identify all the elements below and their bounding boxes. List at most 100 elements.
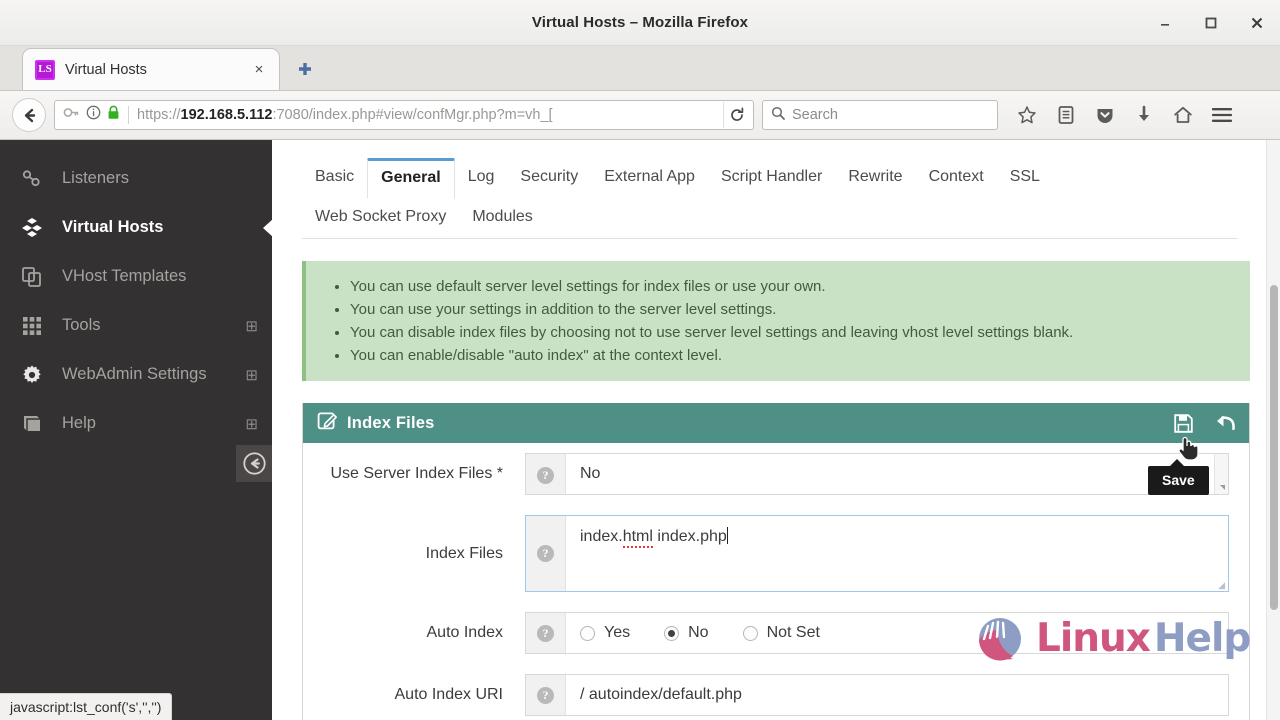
collapse-sidebar-button[interactable] [236, 445, 273, 482]
back-arrow-icon[interactable] [12, 98, 46, 132]
navigation-toolbar: https://192.168.5.112:7080/index.php#vie… [0, 91, 1280, 140]
save-icon[interactable] [1171, 411, 1195, 435]
sidebar-item-listeners[interactable]: Listeners [0, 154, 272, 203]
expand-icon[interactable]: ⊞ [245, 317, 258, 335]
url-text: https://192.168.5.112:7080/index.php#vie… [137, 107, 553, 123]
tab-rewrite[interactable]: Rewrite [835, 158, 915, 199]
window-controls [1154, 12, 1268, 34]
tab-close-icon[interactable]: × [251, 61, 267, 78]
field-control[interactable]: ? Yes No Not Set [525, 612, 1229, 654]
textarea-suffix: index.php [652, 528, 727, 545]
index-files-textarea[interactable]: index.html index.php ◢ [566, 516, 1228, 591]
pocket-icon[interactable] [1092, 102, 1118, 128]
close-button[interactable] [1246, 12, 1268, 34]
field-control[interactable]: ? No [525, 453, 1229, 495]
info-notice: You can use default server level setting… [302, 261, 1250, 381]
tab-web-socket-proxy[interactable]: Web Socket Proxy [302, 198, 459, 239]
question-mark-icon[interactable]: ? [537, 467, 554, 484]
tab-context[interactable]: Context [916, 158, 997, 199]
sidebar-label: Virtual Hosts [62, 218, 164, 236]
home-icon[interactable] [1170, 102, 1196, 128]
textarea-prefix: index. [580, 528, 623, 545]
radio-option-yes[interactable]: Yes [580, 624, 630, 642]
radio-dot-selected[interactable] [664, 625, 680, 641]
minimize-button[interactable] [1154, 12, 1176, 34]
tab-external-app[interactable]: External App [591, 158, 708, 199]
help-icon-cell[interactable]: ? [526, 675, 566, 715]
help-icon-cell[interactable]: ? [526, 516, 566, 591]
tab-general[interactable]: General [367, 158, 455, 199]
sidebar-label: Help [62, 414, 96, 432]
page-content: Listeners Virtual Hosts VHost Templates … [0, 140, 1280, 720]
sidebar-label: VHost Templates [62, 267, 187, 285]
grid-icon [18, 313, 46, 339]
question-mark-icon[interactable]: ? [537, 686, 554, 704]
new-tab-button[interactable] [288, 52, 322, 86]
field-label: Auto Index URI [394, 686, 504, 703]
star-icon[interactable] [1014, 102, 1040, 128]
tab-script-handler[interactable]: Script Handler [708, 158, 835, 199]
field-label: Auto Index [426, 624, 504, 641]
tab-security[interactable]: Security [507, 158, 591, 199]
field-row-auto-index: Auto Index ? Yes No Not Set [303, 602, 1249, 664]
tab-modules[interactable]: Modules [459, 198, 545, 239]
panel-title: Index Files [347, 413, 435, 432]
maximize-button[interactable] [1200, 12, 1222, 34]
radio-option-not-set[interactable]: Not Set [742, 624, 820, 642]
sidebar-label: Listeners [62, 169, 129, 187]
tab-ssl[interactable]: SSL [997, 158, 1053, 199]
radio-label: No [688, 624, 709, 641]
select-value[interactable]: No [566, 454, 1228, 494]
sidebar-item-vhost-templates[interactable]: VHost Templates [0, 252, 272, 301]
identity-box[interactable] [59, 105, 120, 125]
status-bar: javascript:lst_conf('s','','') [0, 693, 173, 720]
auto-index-radio-group: Yes No Not Set [566, 613, 834, 653]
field-control[interactable]: ? index.html index.php ◢ [525, 515, 1229, 592]
search-bar[interactable]: Search [762, 100, 998, 130]
field-control[interactable]: ? / autoindex/default.php [525, 674, 1229, 716]
resize-handle[interactable]: ◢ [1218, 581, 1225, 590]
chevron-down-icon[interactable] [1214, 454, 1228, 494]
misspelled-word: html [622, 528, 653, 548]
radio-label: Not Set [766, 624, 820, 641]
question-mark-icon[interactable]: ? [537, 545, 554, 562]
sidebar-label: Tools [62, 316, 101, 334]
auto-index-uri-input[interactable]: / autoindex/default.php [566, 675, 1228, 715]
panel-header: Index Files [303, 403, 1249, 443]
index-files-panel: Index Files Use Server Index Files * ? N… [302, 403, 1250, 720]
undo-icon[interactable] [1213, 411, 1237, 435]
help-icon-cell[interactable]: ? [526, 613, 566, 653]
sidebar-item-help[interactable]: Help ⊞ [0, 399, 272, 448]
field-label: Index Files [425, 544, 503, 562]
field-row-index-files: Index Files ? index.html index.php ◢ [303, 505, 1249, 602]
download-arrow-icon[interactable] [1131, 102, 1157, 128]
toolbar-icons [1014, 102, 1235, 128]
url-bar[interactable]: https://192.168.5.112:7080/index.php#vie… [54, 100, 754, 130]
padlock-icon [107, 105, 120, 125]
book-icon [18, 411, 46, 437]
scrollbar-thumb[interactable] [1270, 285, 1278, 610]
radio-dot[interactable] [742, 625, 758, 641]
reload-icon[interactable] [723, 102, 749, 128]
tab-basic[interactable]: Basic [302, 158, 367, 199]
sidebar-item-tools[interactable]: Tools ⊞ [0, 301, 272, 350]
expand-icon[interactable]: ⊞ [245, 366, 258, 384]
library-icon[interactable] [1053, 102, 1079, 128]
page-scrollbar[interactable] [1266, 140, 1280, 720]
sidebar-label: WebAdmin Settings [62, 365, 207, 383]
tab-strip: LS Virtual Hosts × [0, 46, 1280, 91]
sidebar-item-virtual-hosts[interactable]: Virtual Hosts [0, 203, 273, 252]
radio-dot[interactable] [580, 625, 595, 641]
panel-actions [1171, 411, 1237, 435]
question-mark-icon[interactable]: ? [537, 624, 554, 642]
tab-log[interactable]: Log [455, 158, 508, 199]
sidebar: Listeners Virtual Hosts VHost Templates … [0, 140, 273, 720]
radio-option-no[interactable]: No [664, 624, 709, 642]
browser-tab-virtual-hosts[interactable]: LS Virtual Hosts × [22, 48, 280, 90]
notice-bullet: You can use your settings in addition to… [350, 298, 1240, 321]
hamburger-menu-icon[interactable] [1209, 102, 1235, 128]
help-icon-cell[interactable]: ? [526, 454, 566, 494]
expand-icon[interactable]: ⊞ [245, 415, 258, 433]
sidebar-item-webadmin-settings[interactable]: WebAdmin Settings ⊞ [0, 350, 272, 399]
info-icon [86, 105, 101, 125]
